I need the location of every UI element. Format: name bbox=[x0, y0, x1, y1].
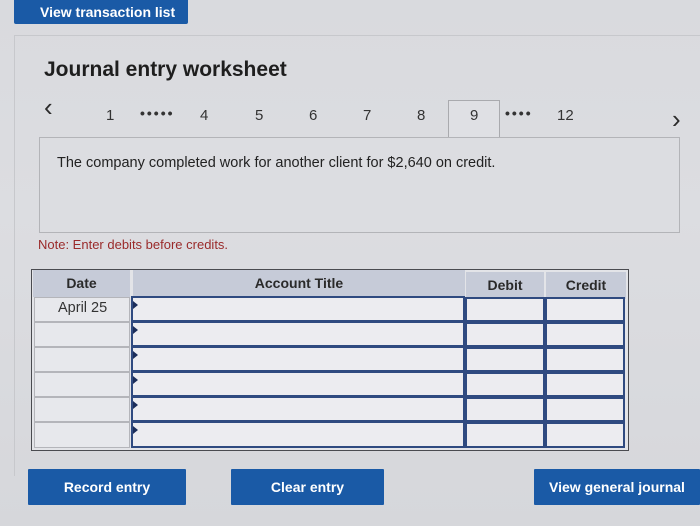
pager-item-8[interactable]: 8 bbox=[417, 107, 425, 124]
pager-item-9[interactable]: 9 bbox=[470, 107, 478, 124]
date-cell bbox=[34, 397, 130, 422]
row-marker-icon bbox=[133, 401, 138, 409]
debit-input[interactable] bbox=[465, 372, 545, 397]
account-title-input[interactable] bbox=[131, 371, 465, 397]
column-header-date: Date bbox=[33, 270, 130, 297]
pager-ellipsis: ••••• bbox=[140, 105, 175, 121]
credit-input[interactable] bbox=[545, 397, 625, 422]
row-marker-icon bbox=[133, 376, 138, 384]
account-title-input[interactable] bbox=[131, 296, 465, 322]
date-cell bbox=[34, 347, 130, 372]
column-header-account-title: Account Title bbox=[133, 270, 465, 297]
column-header-credit: Credit bbox=[546, 272, 626, 299]
row-marker-icon bbox=[133, 326, 138, 334]
pager-item-12[interactable]: 12 bbox=[557, 107, 574, 124]
credit-input[interactable] bbox=[545, 372, 625, 397]
debit-input[interactable] bbox=[465, 397, 545, 422]
column-header-debit: Debit bbox=[466, 272, 544, 299]
row-marker-icon bbox=[133, 426, 138, 434]
pager-item-4[interactable]: 4 bbox=[200, 107, 208, 124]
pager-item-7[interactable]: 7 bbox=[363, 107, 371, 124]
date-cell bbox=[34, 322, 130, 347]
note-text: Note: Enter debits before credits. bbox=[38, 237, 229, 252]
credit-input[interactable] bbox=[545, 422, 625, 448]
clear-entry-button[interactable]: Clear entry bbox=[231, 469, 384, 505]
credit-input[interactable] bbox=[545, 297, 625, 322]
credit-input[interactable] bbox=[545, 322, 625, 347]
debit-input[interactable] bbox=[465, 297, 545, 322]
account-title-input[interactable] bbox=[131, 321, 465, 347]
date-cell-value: April 25 bbox=[58, 300, 108, 316]
question-box bbox=[39, 137, 680, 233]
account-title-input[interactable] bbox=[131, 396, 465, 422]
question-text: The company completed work for another c… bbox=[57, 155, 496, 171]
pager-ellipsis: •••• bbox=[505, 105, 533, 121]
debit-input[interactable] bbox=[465, 322, 545, 347]
date-cell bbox=[34, 422, 130, 448]
record-entry-button[interactable]: Record entry bbox=[28, 469, 186, 505]
row-marker-icon bbox=[133, 301, 138, 309]
row-marker-icon bbox=[133, 351, 138, 359]
account-title-input[interactable] bbox=[131, 346, 465, 372]
view-transaction-list-button[interactable]: View transaction list bbox=[14, 0, 188, 24]
debit-input[interactable] bbox=[465, 422, 545, 448]
pager-item-6[interactable]: 6 bbox=[309, 107, 317, 124]
chevron-right-icon[interactable]: › bbox=[672, 106, 681, 132]
chevron-left-icon[interactable]: ‹ bbox=[44, 94, 53, 120]
pager-item-1[interactable]: 1 bbox=[106, 107, 114, 124]
credit-input[interactable] bbox=[545, 347, 625, 372]
worksheet-title: Journal entry worksheet bbox=[44, 58, 287, 81]
date-cell bbox=[34, 372, 130, 397]
account-title-input[interactable] bbox=[131, 421, 465, 448]
debit-input[interactable] bbox=[465, 347, 545, 372]
pager-item-5[interactable]: 5 bbox=[255, 107, 263, 124]
view-general-journal-button[interactable]: View general journal bbox=[534, 469, 700, 505]
